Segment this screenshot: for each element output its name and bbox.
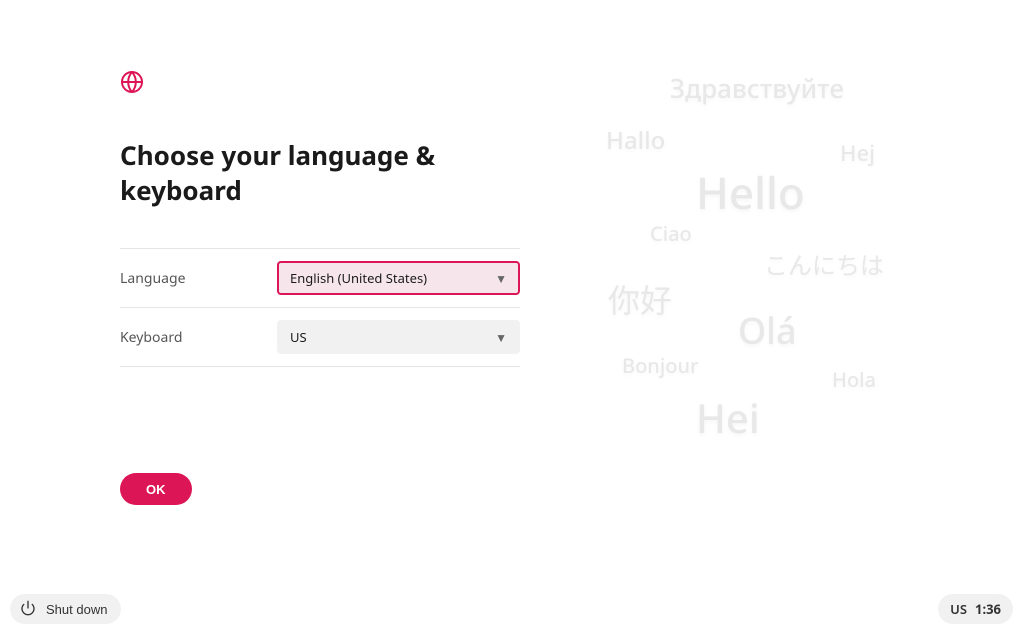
greeting-word: Ciao: [650, 220, 692, 247]
setup-left-panel: Choose your language & keyboard Language…: [120, 70, 520, 505]
greeting-word: Olá: [738, 306, 797, 355]
greeting-word: Hola: [832, 366, 876, 393]
greeting-word: Здравствуйте: [670, 70, 844, 106]
greeting-word: 你好: [608, 276, 672, 322]
bottom-bar: Shut down US 1:36: [0, 585, 1023, 633]
greeting-cloud: Здравствуйте Hallo Hej Hello Ciao こんにちは …: [560, 50, 1000, 470]
greeting-word: Hallo: [606, 124, 665, 157]
greeting-word: Hello: [696, 162, 805, 222]
greeting-word: Bonjour: [622, 352, 698, 379]
chevron-down-icon: ▼: [495, 270, 507, 287]
shutdown-button[interactable]: Shut down: [10, 594, 121, 624]
keyboard-row: Keyboard US ▼: [120, 307, 520, 367]
ok-button[interactable]: OK: [120, 473, 192, 505]
keyboard-select-value: US: [290, 328, 307, 346]
keyboard-label: Keyboard: [120, 328, 277, 347]
shutdown-label: Shut down: [46, 602, 107, 617]
greeting-word: Hei: [696, 390, 760, 445]
language-select-value: English (United States): [290, 269, 427, 287]
language-label: Language: [120, 269, 277, 288]
keyboard-indicator: US: [950, 600, 967, 618]
clock: 1:36: [975, 600, 1001, 618]
power-icon: [20, 600, 36, 619]
greeting-word: Hej: [840, 138, 875, 168]
globe-icon: [120, 70, 144, 94]
greeting-word: こんにちは: [764, 246, 884, 282]
chevron-down-icon: ▼: [495, 329, 507, 346]
status-tray[interactable]: US 1:36: [938, 594, 1013, 624]
language-select[interactable]: English (United States) ▼: [277, 261, 520, 295]
page-title: Choose your language & keyboard: [120, 138, 520, 208]
language-row: Language English (United States) ▼: [120, 248, 520, 307]
keyboard-select[interactable]: US ▼: [277, 320, 520, 354]
